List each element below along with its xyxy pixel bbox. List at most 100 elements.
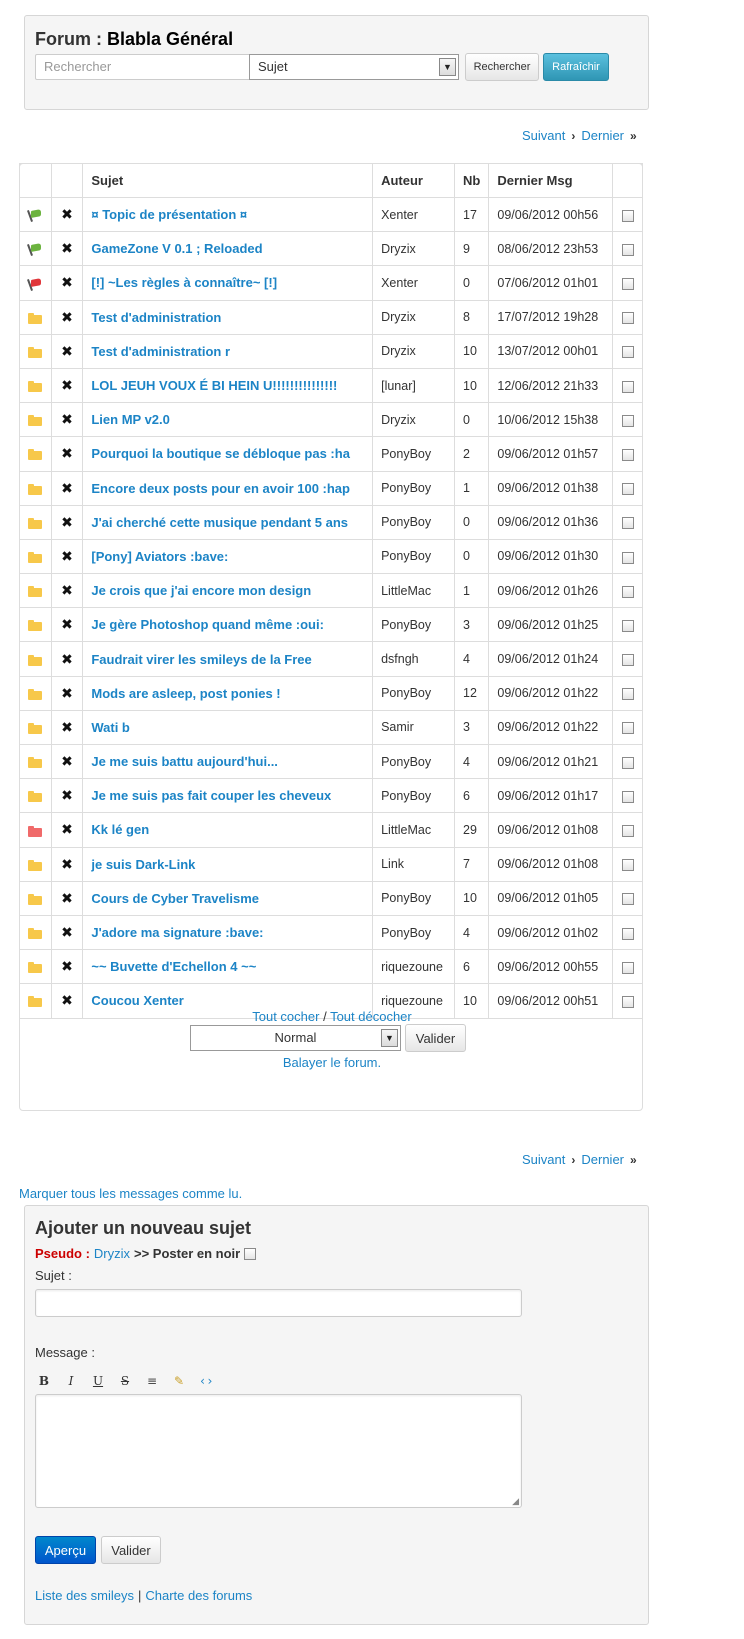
delete-icon[interactable]: ✖ [61,480,73,496]
underline-icon[interactable]: U [91,1374,105,1388]
topic-select-checkbox[interactable] [621,209,634,222]
topic-subject-link[interactable]: Test d'administration [91,310,221,325]
preview-button[interactable]: Aperçu [35,1536,96,1564]
italic-icon[interactable]: I [64,1374,78,1388]
sweep-forum-link[interactable]: Balayer le forum. [283,1055,381,1070]
topic-select-checkbox[interactable] [621,483,634,496]
delete-icon[interactable]: ✖ [61,992,73,1008]
delete-icon[interactable]: ✖ [61,548,73,564]
topic-subject-link[interactable]: [!] ~Les règles à connaître~ [!] [91,275,277,290]
delete-icon[interactable]: ✖ [61,445,73,461]
delete-icon[interactable]: ✖ [61,856,73,872]
delete-icon[interactable]: ✖ [61,958,73,974]
topic-select-checkbox[interactable] [621,551,634,564]
topic-subject-link[interactable]: Kk lé gen [91,822,149,837]
delete-icon[interactable]: ✖ [61,240,73,256]
topic-subject-link[interactable]: Encore deux posts pour en avoir 100 :hap [91,481,350,496]
check-all-link[interactable]: Tout cocher [252,1009,319,1024]
topic-select-checkbox[interactable] [621,654,634,667]
pager-next-link[interactable]: Suivant [522,1152,565,1167]
topic-select-checkbox[interactable] [621,893,634,906]
pager-last-link[interactable]: Dernier [581,1152,624,1167]
bold-icon[interactable]: B [37,1374,51,1388]
delete-icon[interactable]: ✖ [61,514,73,530]
delete-icon[interactable]: ✖ [61,753,73,769]
topic-subject-link[interactable]: Je crois que j'ai encore mon design [91,583,311,598]
topic-subject-link[interactable]: Cours de Cyber Travelisme [91,891,259,906]
delete-icon[interactable]: ✖ [61,377,73,393]
pseudo-value-link[interactable]: Dryzix [94,1246,130,1261]
delete-icon[interactable]: ✖ [61,206,73,222]
topic-subject-link[interactable]: GameZone V 0.1 ; Reloaded [91,241,262,256]
charter-link[interactable]: Charte des forums [145,1588,252,1603]
strikethrough-icon[interactable]: S [118,1374,132,1388]
refresh-button[interactable]: Rafraîchir [543,53,609,81]
topic-subject-link[interactable]: Je me suis pas fait couper les cheveux [91,788,331,803]
topic-subject-link[interactable]: Je gère Photoshop quand même :oui: [91,617,324,632]
topic-select-checkbox[interactable] [621,995,634,1008]
topic-subject-link[interactable]: Pourquoi la boutique se débloque pas :ha [91,446,350,461]
pager-last-link[interactable]: Dernier [581,128,624,143]
highlight-icon[interactable]: ✎ [172,1374,186,1388]
delete-icon[interactable]: ✖ [61,685,73,701]
search-type-select[interactable]: Sujet ▼ [249,54,459,80]
topic-subject-link[interactable]: je suis Dark-Link [91,857,195,872]
delete-icon[interactable]: ✖ [61,343,73,359]
topic-select-checkbox[interactable] [621,961,634,974]
submit-button[interactable]: Valider [101,1536,161,1564]
delete-icon[interactable]: ✖ [61,309,73,325]
topic-select-checkbox[interactable] [621,619,634,632]
topic-subject-link[interactable]: Faudrait virer les smileys de la Free [91,652,311,667]
topic-select-checkbox[interactable] [621,859,634,872]
message-textarea[interactable]: ◢ [35,1394,522,1508]
delete-icon[interactable]: ✖ [61,411,73,427]
topic-select-checkbox[interactable] [621,688,634,701]
action-validate-button[interactable]: Valider [405,1024,466,1052]
delete-icon[interactable]: ✖ [61,582,73,598]
topic-select-checkbox[interactable] [621,243,634,256]
pager-next-link[interactable]: Suivant [522,128,565,143]
topic-select-checkbox[interactable] [621,722,634,735]
topic-select-checkbox[interactable] [621,278,634,291]
topic-select-checkbox[interactable] [621,790,634,803]
search-input[interactable]: Rechercher [35,54,257,80]
topic-subject-link[interactable]: ~~ Buvette d'Echellon 4 ~~ [91,959,256,974]
subject-input[interactable] [35,1289,522,1317]
topic-subject-link[interactable]: Lien MP v2.0 [91,412,170,427]
topic-subject-link[interactable]: J'adore ma signature :bave: [91,925,263,940]
delete-icon[interactable]: ✖ [61,274,73,290]
uncheck-all-link[interactable]: Tout décocher [330,1009,412,1024]
topic-subject-link[interactable]: LOL JEUH VOUX É BI HEIN U!!!!!!!!!!!!!!! [91,378,337,393]
topic-select-checkbox[interactable] [621,414,634,427]
topic-subject-link[interactable]: Je me suis battu aujourd'hui... [91,754,278,769]
code-icon[interactable]: ‹› [199,1374,213,1388]
mark-all-read-link[interactable]: Marquer tous les messages comme lu. [19,1186,242,1201]
topic-select-checkbox[interactable] [621,346,634,359]
delete-icon[interactable]: ✖ [61,787,73,803]
delete-icon[interactable]: ✖ [61,924,73,940]
topic-select-checkbox[interactable] [621,517,634,530]
topic-select-checkbox[interactable] [621,927,634,940]
action-select[interactable]: Normal ▼ [190,1025,401,1051]
topic-subject-link[interactable]: Coucou Xenter [91,993,183,1008]
delete-icon[interactable]: ✖ [61,719,73,735]
topic-subject-link[interactable]: Wati b [91,720,130,735]
delete-icon[interactable]: ✖ [61,616,73,632]
topic-select-checkbox[interactable] [621,312,634,325]
topic-subject-link[interactable]: Test d'administration r [91,344,230,359]
topic-select-checkbox[interactable] [621,825,634,838]
delete-icon[interactable]: ✖ [61,651,73,667]
resize-handle-icon[interactable]: ◢ [512,1496,519,1507]
topic-subject-link[interactable]: [Pony] Aviators :bave: [91,549,228,564]
topic-subject-link[interactable]: Mods are asleep, post ponies ! [91,686,280,701]
smileys-link[interactable]: Liste des smileys [35,1588,134,1603]
align-center-icon[interactable]: ≡ [145,1374,159,1388]
topic-select-checkbox[interactable] [621,585,634,598]
topic-subject-link[interactable]: ¤ Topic de présentation ¤ [91,207,247,222]
topic-select-checkbox[interactable] [621,380,634,393]
topic-subject-link[interactable]: J'ai cherché cette musique pendant 5 ans [91,515,348,530]
topic-select-checkbox[interactable] [621,448,634,461]
topic-select-checkbox[interactable] [621,756,634,769]
post-black-checkbox[interactable] [244,1247,257,1260]
search-button[interactable]: Rechercher [465,53,539,81]
